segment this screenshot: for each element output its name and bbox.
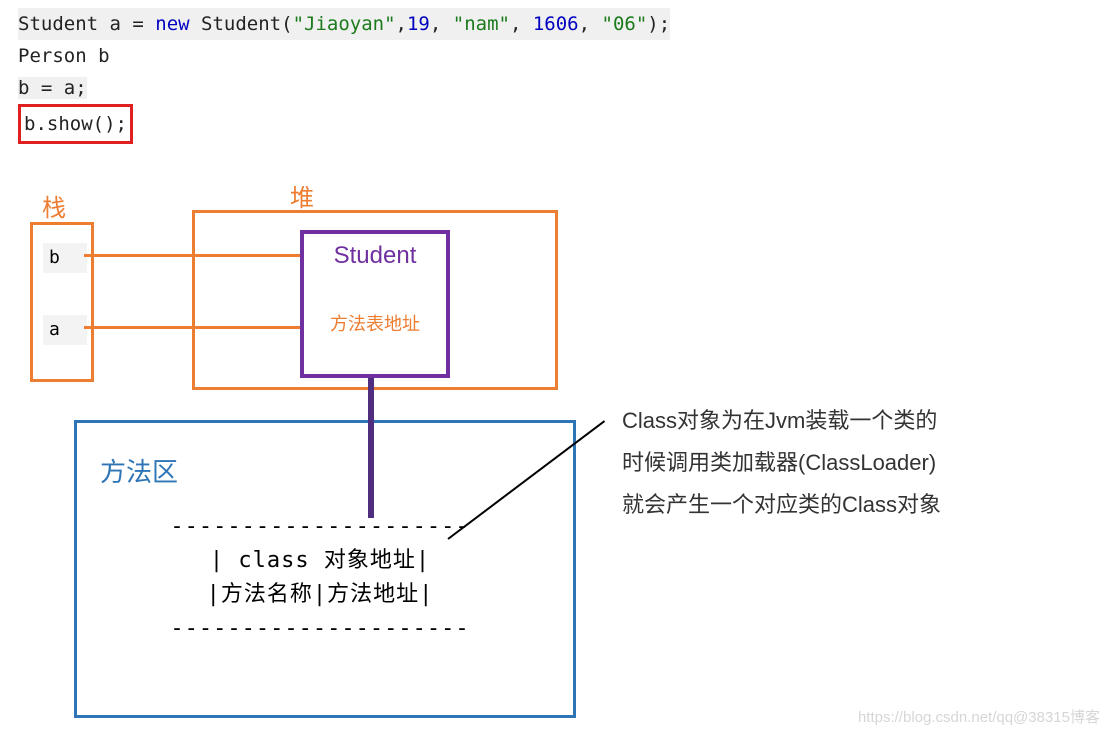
connector-a-to-obj (84, 326, 300, 329)
description-text: Class对象为在Jvm装载一个类的 时候调用类加载器(ClassLoader)… (622, 400, 941, 526)
student-subtitle: 方法表地址 (304, 310, 446, 336)
desc-line-1: Class对象为在Jvm装载一个类的 (622, 400, 941, 442)
highlighted-call: b.show(); (18, 104, 133, 144)
stack-label: 栈 (42, 188, 66, 223)
connector-obj-to-table (368, 378, 374, 518)
desc-line-2: 时候调用类加载器(ClassLoader) (622, 442, 941, 484)
stack-box: b a (30, 222, 94, 382)
code-line-3: b = a; (18, 72, 670, 104)
method-table: --------------------- | class 对象地址| |方法名… (170, 510, 470, 646)
var-a: a (43, 315, 87, 345)
code-line-2: Person b (18, 40, 670, 72)
code-block: Student a = new Student("Jiaoyan",19, "n… (18, 8, 670, 144)
watermark: https://blog.csdn.net/qq@38315博客 (858, 706, 1100, 727)
code-line-4: b.show(); (18, 104, 670, 144)
code-line-1: Student a = new Student("Jiaoyan",19, "n… (18, 8, 670, 40)
connector-b-to-obj (84, 254, 300, 257)
desc-line-3: 就会产生一个对应类的Class对象 (622, 484, 941, 526)
var-b: b (43, 243, 87, 273)
student-title: Student (304, 242, 446, 270)
method-area-label: 方法区 (100, 452, 178, 489)
student-object: Student 方法表地址 (300, 230, 450, 378)
heap-label: 堆 (290, 178, 314, 213)
